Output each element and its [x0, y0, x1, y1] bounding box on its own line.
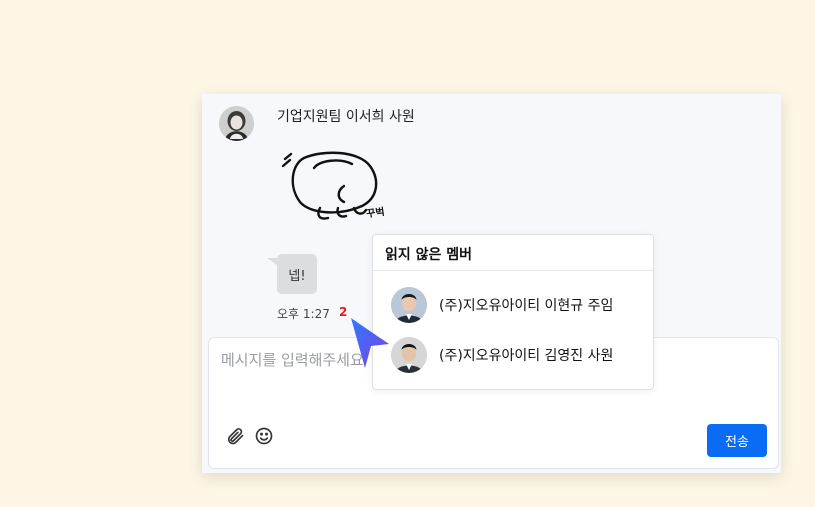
sticker-bowing-character: 꾸벅 [280, 146, 385, 226]
unread-members-popover: 읽지 않은 멤버 (주)지오유아이티 이현규 주임 (주)지오유아이티 김영진 [372, 234, 654, 390]
sender-name: 기업지원팀 이서희 사원 [277, 109, 415, 125]
member-name: (주)지오유아이티 이현규 주임 [439, 298, 614, 314]
message-timestamp: 오후 1:27 [277, 307, 330, 321]
popover-divider [373, 270, 653, 271]
popover-title: 읽지 않은 멤버 [385, 247, 473, 263]
member-avatar [391, 337, 427, 373]
sticker-caption: 꾸벅 [365, 206, 386, 221]
smiley-icon[interactable] [254, 426, 274, 446]
pointer-cursor-icon [345, 314, 395, 370]
message-bubble[interactable]: 넵! [267, 254, 317, 294]
send-button[interactable]: 전송 [707, 424, 767, 457]
paperclip-icon[interactable] [225, 426, 245, 446]
unread-member-item[interactable]: (주)지오유아이티 이현규 주임 [391, 285, 613, 325]
message-text: 넵! [288, 268, 306, 284]
member-name: (주)지오유아이티 김영진 사원 [439, 348, 614, 364]
sender-avatar[interactable] [219, 106, 254, 141]
unread-member-item[interactable]: (주)지오유아이티 김영진 사원 [391, 335, 613, 375]
member-avatar [391, 287, 427, 323]
